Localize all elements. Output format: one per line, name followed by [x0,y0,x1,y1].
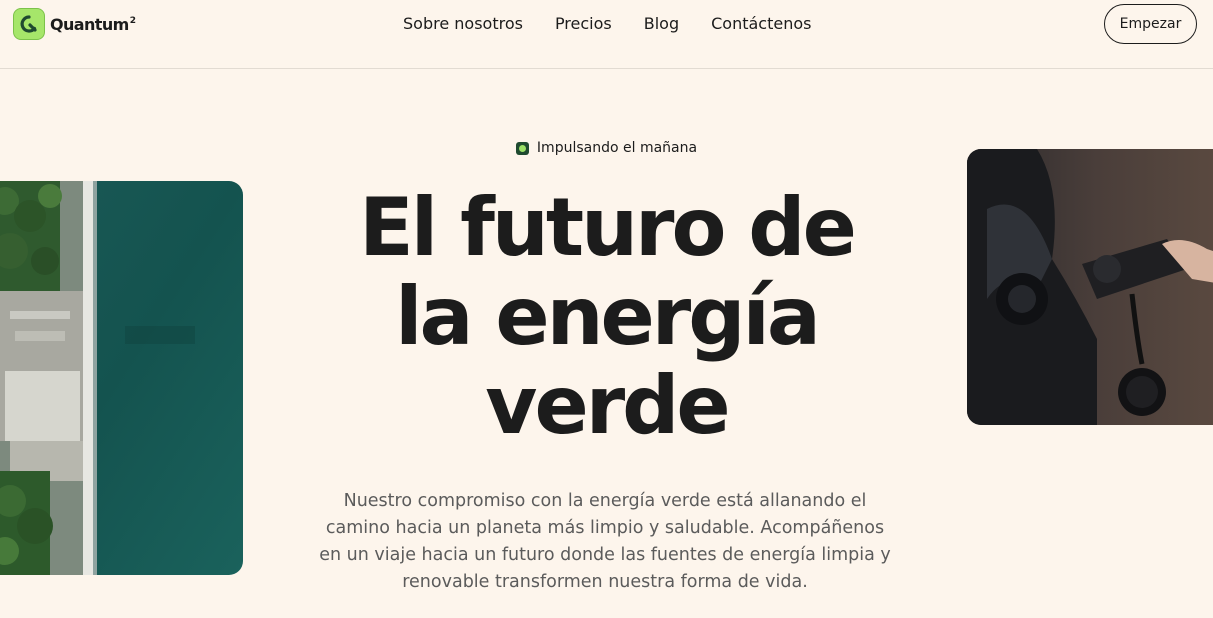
brand-logo[interactable]: Quantum2 [13,8,136,40]
badge-dot-icon [515,141,529,155]
get-started-button[interactable]: Empezar [1104,4,1197,44]
hero-title-line-3: verde [485,359,730,452]
nav-item-blog[interactable]: Blog [644,14,679,34]
main-nav: Sobre nosotros Precios Blog Contáctenos [403,14,843,34]
hero-badge: Impulsando el mañana [0,140,1213,156]
brand-name: Quantum2 [50,14,136,34]
badge-text: Impulsando el mañana [536,140,698,156]
site-header: Quantum2 Sobre nosotros Precios Blog Con… [0,0,1213,69]
hero-description: Nuestro compromiso con la energía verde … [319,491,891,592]
hero-title-line-2: la energía [395,270,821,363]
nav-item-about[interactable]: Sobre nosotros [403,14,523,34]
hero-title: El futuro de la energía verde [0,183,1213,450]
nav-item-contact[interactable]: Contáctenos [711,14,811,34]
brand-superscript: 2 [129,15,136,26]
hero-title-line-1: El futuro de [359,181,857,274]
nav-item-pricing[interactable]: Precios [555,14,612,34]
quantum-q-icon [13,8,45,40]
